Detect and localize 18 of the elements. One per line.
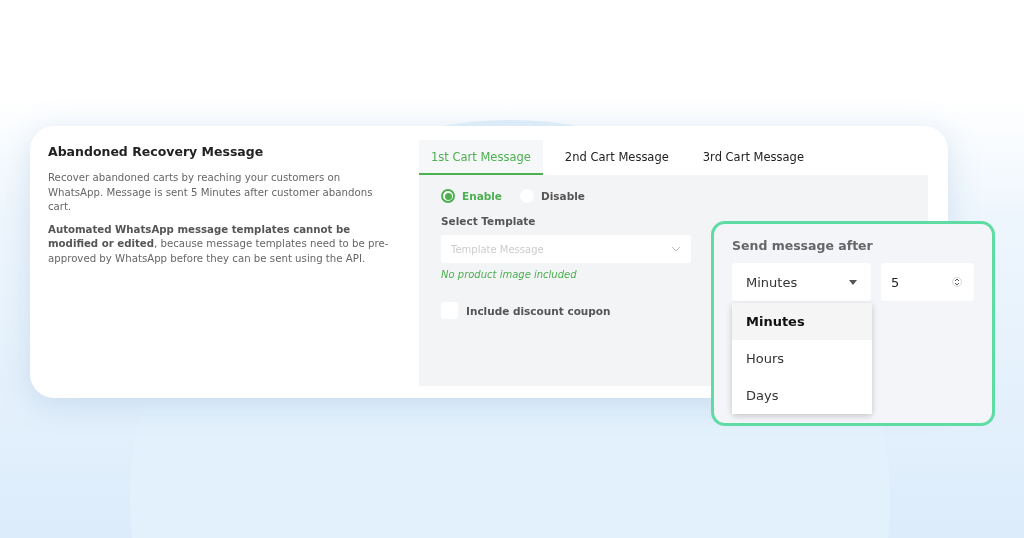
coupon-label: Include discount coupon (466, 304, 611, 317)
unit-option[interactable]: Minutes (732, 303, 872, 340)
amount-field[interactable]: 5 (880, 263, 974, 301)
chevron-down-icon (671, 246, 681, 252)
spinner-icon (952, 274, 962, 290)
send-after-label: Send message after (732, 238, 874, 253)
unit-option[interactable]: Days (732, 377, 872, 414)
unit-option[interactable]: Hours (732, 340, 872, 377)
unit-select[interactable]: Minutes (732, 263, 871, 301)
template-hint: No product image included (441, 269, 578, 280)
template-label: Select Template (441, 215, 537, 227)
template-note: Automated WhatsApp message templates cannot be modified or edited, because message templates need to be pre-approved by WhatsApp before they can be sent using the API. (48, 222, 390, 266)
message-tab[interactable]: 2nd Cart Message (552, 140, 681, 175)
section-title: Abandoned Recovery Message (48, 144, 265, 159)
section-description: Recover abandoned carts by reaching your customers on WhatsApp. Message is sent 5 Minutes after customer abandons cart. (48, 171, 374, 214)
caret-down-icon (848, 279, 857, 285)
status-radio[interactable]: Disable (520, 189, 585, 203)
message-tab[interactable]: 3rd Cart Message (690, 140, 816, 175)
